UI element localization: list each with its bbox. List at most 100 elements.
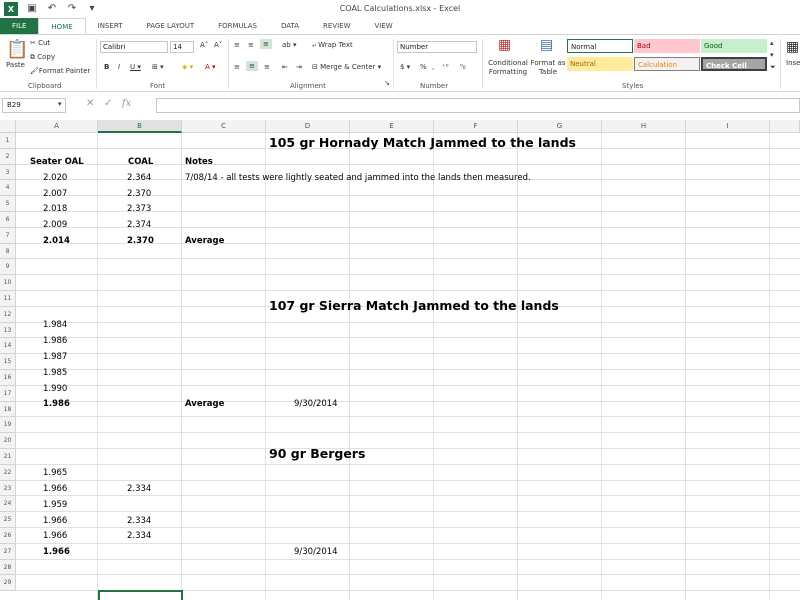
row-header[interactable]: 4 [0,180,16,197]
row-header[interactable]: 26 [0,528,16,544]
cell-a23[interactable]: 1.959 [43,498,67,514]
row-header[interactable]: 19 [0,417,16,434]
cell-b5[interactable]: 2.373 [127,202,151,218]
copy-button[interactable]: ⧉ Copy [30,53,55,62]
row-header[interactable]: 9 [0,259,16,276]
percent-icon[interactable]: % [420,63,427,71]
formula-input[interactable] [156,98,800,113]
col-header-d[interactable]: D [266,120,350,133]
cell-a17[interactable]: 1.986 [43,397,70,413]
cell-a2[interactable]: Seater OAL [30,155,84,171]
row-header[interactable]: 8 [0,243,16,260]
cell-a24[interactable]: 1.966 [43,514,67,530]
paste-button[interactable]: Paste [6,61,25,69]
font-size-select[interactable]: 14 [170,41,194,53]
row-header[interactable]: 27 [0,543,16,560]
col-header-a[interactable]: A [16,120,98,133]
col-header-h[interactable]: H [602,120,686,133]
row-header[interactable]: 22 [0,464,16,481]
cell-d26[interactable]: 9/30/2014 [294,545,338,561]
style-check-cell[interactable]: Check Cell [701,57,767,71]
conditional-formatting-icon[interactable]: ▦ [498,37,511,53]
row-header[interactable]: 25 [0,512,16,528]
col-header-e[interactable]: E [350,120,434,133]
format-painter-button[interactable]: 🖌Format Painter [30,67,90,75]
row-header[interactable]: 16 [0,370,16,386]
style-calculation[interactable]: Calculation [634,57,700,71]
cell-a14[interactable]: 1.987 [43,350,67,366]
cell-a21[interactable]: 1.965 [43,466,67,482]
insert-cells-button[interactable]: Inse [786,59,800,67]
paste-icon[interactable]: 📋 [6,39,28,60]
cell-b2[interactable]: COAL [128,155,153,171]
align-right-icon[interactable]: ≡ [264,63,270,71]
row-header[interactable]: 1 [0,133,16,149]
cell-d20[interactable]: 90 gr Bergers [269,445,365,463]
shrink-font-icon[interactable]: A˅ [214,41,222,49]
cell-a15[interactable]: 1.985 [43,366,67,382]
increase-decimal-icon[interactable]: ⁺⁰ [442,63,449,71]
active-cell-b29[interactable] [98,590,183,600]
row-header[interactable]: 24 [0,496,16,513]
currency-icon[interactable]: $ ▾ [400,63,410,71]
font-name-select[interactable]: Calibri [100,41,168,53]
style-neutral[interactable]: Neutral [567,57,633,71]
enter-icon[interactable]: ✓ [104,98,112,109]
row-header[interactable]: 5 [0,196,16,212]
style-bad[interactable]: Bad [634,39,700,53]
cell-a7[interactable]: 2.014 [43,234,70,250]
align-left-icon[interactable]: ≡ [234,63,240,71]
cell-c3[interactable]: 7/08/14 - all tests were lightly seated … [185,171,531,187]
tab-home[interactable]: HOME [38,18,86,34]
styles-scroll-down-icon[interactable]: ▾ [770,51,774,59]
cell-b24[interactable]: 2.334 [127,514,151,530]
col-header-f[interactable]: F [434,120,518,133]
name-box[interactable]: B29 [2,98,66,113]
insert-function-icon[interactable]: fx [122,98,131,109]
style-good[interactable]: Good [701,39,767,53]
styles-scroll-up-icon[interactable]: ▴ [770,39,774,47]
fill-color-icon[interactable]: ◈ ▾ [182,63,193,71]
row-header[interactable]: 28 [0,559,16,576]
style-normal[interactable]: Normal [567,39,633,53]
row-header[interactable]: 23 [0,480,16,497]
decrease-indent-icon[interactable]: ⇤ [282,63,288,71]
tab-formulas[interactable]: FORMULAS [206,18,269,34]
cell-d17[interactable]: 9/30/2014 [294,397,338,413]
format-as-table-icon[interactable]: ▤ [540,37,553,53]
bold-icon[interactable]: B [104,63,109,71]
borders-icon[interactable]: ⊞ ▾ [152,63,164,71]
cell-b22[interactable]: 2.334 [127,482,151,498]
row-header[interactable]: 6 [0,212,16,228]
tab-page-layout[interactable]: PAGE LAYOUT [134,18,206,34]
cell-a6[interactable]: 2.009 [43,218,67,234]
align-top-icon[interactable]: ≡ [234,41,240,49]
cell-a22[interactable]: 1.966 [43,482,67,498]
tab-insert[interactable]: INSERT [86,18,135,34]
tab-review[interactable]: REVIEW [311,18,362,34]
tab-file[interactable]: FILE [0,18,39,34]
cell-b3[interactable]: 2.364 [127,171,151,187]
tab-view[interactable]: VIEW [363,18,405,34]
col-header-g[interactable]: G [518,120,602,133]
number-format-select[interactable]: Number [397,41,477,53]
cell-b7[interactable]: 2.370 [127,234,154,250]
increase-indent-icon[interactable]: ⇥ [296,63,302,71]
row-header[interactable]: 11 [0,291,16,307]
cell-d1[interactable]: 105 gr Hornady Match Jammed to the lands [269,134,576,152]
row-header[interactable]: 3 [0,164,16,181]
align-bottom-icon[interactable]: ≡ [260,39,272,49]
grow-font-icon[interactable]: A˄ [200,41,208,49]
cell-a16[interactable]: 1.990 [43,382,67,398]
cell-a12[interactable]: 1.984 [43,318,67,334]
cell-a5[interactable]: 2.018 [43,202,67,218]
cell-c7[interactable]: Average [185,234,224,250]
styles-more-icon[interactable]: ⏷ [770,63,776,72]
cell-a3[interactable]: 2.020 [43,171,67,187]
align-center-icon[interactable]: ≡ [246,61,258,71]
row-header[interactable]: 7 [0,227,16,244]
row-header[interactable]: 13 [0,322,16,339]
underline-icon[interactable]: U ▾ [130,63,141,71]
format-as-table-button[interactable]: Format as Table [530,59,566,77]
row-header[interactable]: 15 [0,354,16,370]
